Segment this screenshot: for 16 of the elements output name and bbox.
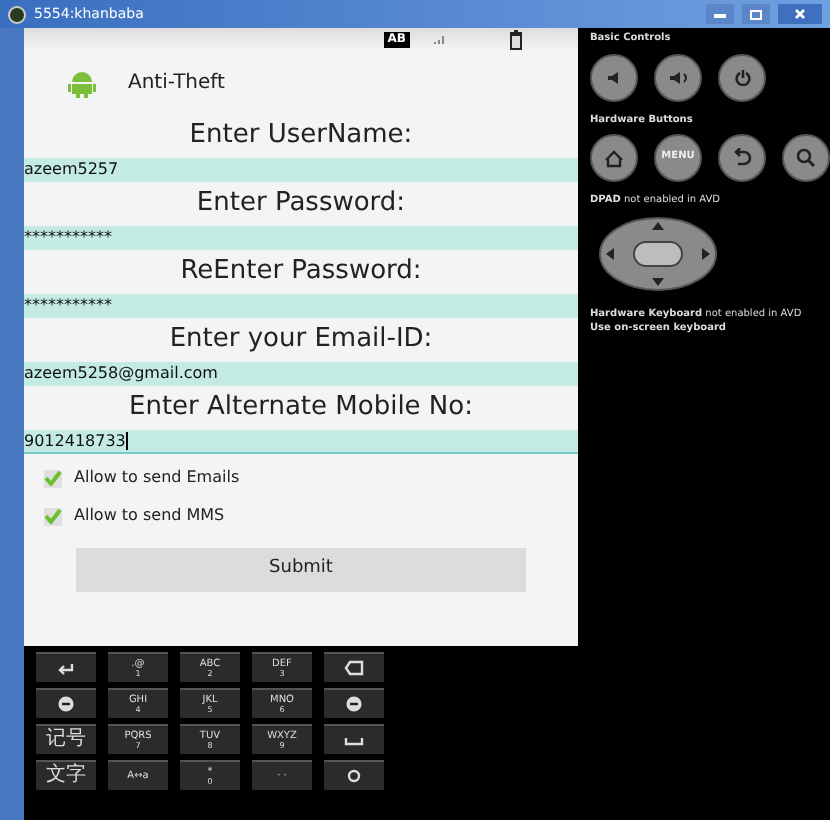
checkbox-label: Allow to send Emails: [74, 466, 240, 490]
field-label: Enter UserName:: [187, 118, 415, 154]
input-field[interactable]: ***********: [24, 294, 578, 318]
input-field[interactable]: ***********: [24, 226, 578, 250]
app-title: Anti-Theft: [128, 69, 225, 97]
field-label: Enter your Email-ID:: [167, 322, 435, 358]
keypad-key[interactable]: 文字: [36, 760, 96, 790]
checkbox-label: Allow to send MMS: [74, 504, 225, 528]
keypad-key[interactable]: 记号: [36, 724, 96, 754]
input-field[interactable]: 9012418733: [24, 430, 578, 454]
input-field[interactable]: azeem5258@gmail.com: [24, 362, 578, 386]
submit-button[interactable]: Submit: [76, 547, 526, 592]
field-label: ReEnter Password:: [178, 254, 424, 290]
input-field[interactable]: azeem5257: [24, 158, 578, 182]
field-label: Enter Password:: [194, 186, 408, 222]
field-label: Enter Alternate Mobile No:: [126, 390, 475, 426]
